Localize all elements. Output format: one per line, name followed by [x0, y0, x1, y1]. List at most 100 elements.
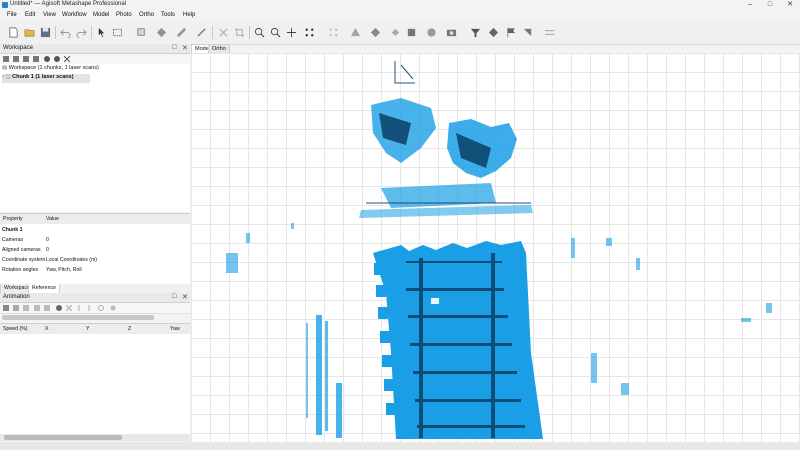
append-icon[interactable] [34, 305, 40, 311]
menu-tools[interactable]: Tools [161, 12, 175, 18]
menu-workflow[interactable]: Workflow [62, 12, 87, 18]
title-bar: Untitled* — Agisoft Metashape Profession… [0, 0, 800, 10]
add-photos-icon[interactable] [13, 56, 19, 62]
zoom-in-icon[interactable] [254, 27, 265, 38]
delete-keyframe-icon[interactable] [66, 305, 72, 311]
move-down-icon[interactable] [86, 305, 92, 311]
remove-icon[interactable] [64, 56, 70, 62]
show-grid-icon[interactable] [544, 27, 555, 38]
close-panel-icon[interactable]: ✕ [182, 293, 188, 301]
property-value: Local Coordinates (m) [46, 257, 98, 263]
property-row: Rotation angles Yaw, Pitch, Roll [0, 267, 190, 276]
tree-chunk-item[interactable]: › ◫ Chunk 1 (1 laser scans) [2, 74, 90, 83]
save-track-icon[interactable] [23, 305, 29, 311]
property-row: Cameras 0 [0, 237, 190, 246]
property-column-header: Property [3, 216, 23, 222]
properties-table: Chunk 1 Cameras 0 Aligned cameras 0 Coor… [0, 224, 190, 284]
show-markers-icon[interactable] [470, 27, 481, 38]
workspace-icon: ▤ [2, 65, 8, 71]
navigation-cursor-icon[interactable] [96, 27, 107, 38]
redo-icon[interactable] [76, 27, 87, 38]
insert-icon[interactable] [44, 305, 50, 311]
show-texture-icon[interactable] [370, 27, 381, 38]
workspace-panel-header: Workspace □ ✕ [0, 44, 190, 54]
save-icon[interactable] [40, 27, 51, 38]
close-panel-icon[interactable]: ✕ [182, 44, 188, 52]
property-name: Cameras [2, 237, 24, 243]
show-region-icon[interactable] [426, 27, 437, 38]
property-name: Aligned cameras [2, 247, 41, 253]
settings-icon[interactable] [110, 305, 116, 311]
model-viewport[interactable] [191, 53, 800, 442]
property-row: Aligned cameras 0 [0, 247, 190, 256]
animation-keyframe-list [0, 334, 190, 434]
new-track-icon[interactable] [3, 305, 9, 311]
minimize-icon[interactable]: – [740, 0, 760, 10]
delete-selection-icon[interactable] [218, 27, 229, 38]
menu-photo[interactable]: Photo [116, 12, 132, 18]
rectangle-selection-icon[interactable] [112, 27, 123, 38]
animation-toolbar [0, 303, 190, 314]
zoom-out-icon[interactable] [270, 27, 281, 38]
menu-model[interactable]: Model [93, 12, 109, 18]
reset-view-icon[interactable] [286, 27, 297, 38]
show-tiled-model-icon[interactable] [390, 27, 401, 38]
show-cameras-icon[interactable] [328, 27, 339, 38]
column-z: Z [128, 326, 132, 332]
property-value: Yaw, Pitch, Roll [46, 267, 82, 273]
scale-bar-icon[interactable] [522, 27, 533, 38]
menu-file[interactable]: File [7, 12, 17, 18]
disable-icon[interactable] [54, 56, 60, 62]
resize-region-icon[interactable] [136, 27, 147, 38]
toolbar-separator [55, 26, 56, 39]
animation-scrollbar[interactable] [0, 434, 190, 441]
loop-icon[interactable] [98, 305, 104, 311]
undo-icon[interactable] [60, 27, 71, 38]
flag-icon[interactable] [506, 27, 517, 38]
add-chunk-icon[interactable] [3, 56, 9, 62]
scrollbar-thumb[interactable] [4, 435, 122, 440]
tree-workspace-root[interactable]: ▤ Workspace (1 chunks, 1 laser scans) [2, 65, 99, 74]
menu-edit[interactable]: Edit [25, 12, 35, 18]
property-row: Coordinate system Local Coordinates (m) [0, 257, 190, 266]
new-file-icon[interactable] [8, 27, 19, 38]
expand-chevron-icon[interactable]: › [2, 74, 4, 80]
main-toolbar [0, 22, 800, 45]
open-track-icon[interactable] [13, 305, 19, 311]
animation-panel-header: Animation □ ✕ [0, 293, 190, 303]
workspace-root-label: Workspace (1 chunks, 1 laser scans) [8, 65, 99, 71]
viewport-bottom-edge [191, 442, 800, 450]
workspace-panel-title: Workspace [3, 45, 33, 51]
crop-selection-icon[interactable] [234, 27, 245, 38]
record-icon[interactable] [56, 305, 62, 311]
show-points-icon[interactable] [304, 27, 315, 38]
point-cloud [226, 61, 772, 439]
ruler-icon[interactable] [176, 27, 187, 38]
float-panel-icon[interactable]: □ [172, 44, 176, 51]
menu-view[interactable]: View [43, 12, 56, 18]
menu-help[interactable]: Help [183, 12, 195, 18]
close-icon[interactable]: ✕ [780, 0, 800, 10]
timeline-slider[interactable] [2, 315, 154, 320]
float-panel-icon[interactable]: □ [172, 293, 176, 300]
remove-items-icon[interactable] [33, 56, 39, 62]
show-mesh-icon[interactable] [350, 27, 361, 38]
draw-polyline-icon[interactable] [196, 27, 207, 38]
menu-ortho[interactable]: Ortho [139, 12, 154, 18]
camera-icon[interactable] [446, 27, 457, 38]
column-x: X [45, 326, 49, 332]
value-column-header: Value [46, 216, 59, 222]
open-folder-icon[interactable] [24, 27, 35, 38]
rotate-region-icon[interactable] [156, 27, 167, 38]
toolbar-separator [212, 26, 213, 39]
maximize-icon[interactable]: □ [760, 0, 780, 10]
property-name: Coordinate system [2, 257, 46, 263]
toolbar-separator [249, 26, 250, 39]
add-folder-icon[interactable] [23, 56, 29, 62]
move-up-icon[interactable] [76, 305, 82, 311]
column-yaw: Yaw [170, 326, 180, 332]
enable-icon[interactable] [44, 56, 50, 62]
show-shapes-icon[interactable] [488, 27, 499, 38]
menu-bar: File Edit View Workflow Model Photo Orth… [0, 10, 800, 22]
show-dem-icon[interactable] [406, 27, 417, 38]
